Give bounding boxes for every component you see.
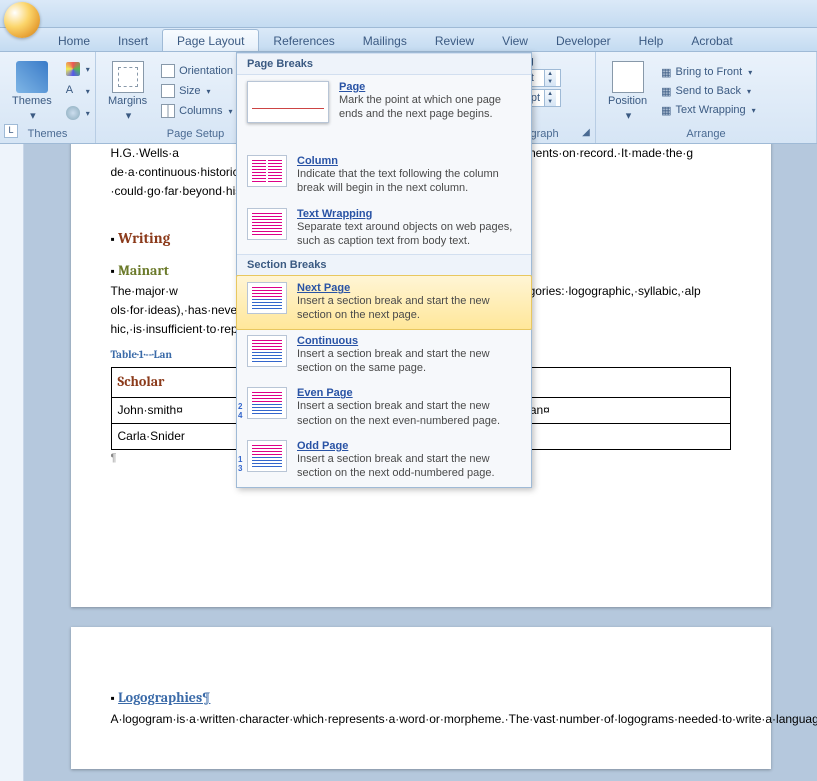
menuitem-desc: Insert a section break and start the new… xyxy=(297,399,521,428)
ruler-corner[interactable]: L xyxy=(4,124,18,138)
nextpage-icon xyxy=(247,282,287,314)
textwrap-break-icon xyxy=(247,208,287,240)
theme-fonts-button[interactable]: A▾ xyxy=(62,82,94,100)
menuitem-continuous[interactable]: ContinuousInsert a section break and sta… xyxy=(237,329,531,382)
position-icon xyxy=(612,61,644,93)
menuitem-title: Even Page xyxy=(297,387,521,399)
evenpage-icon: 24 xyxy=(247,387,287,419)
menuitem-title: Text Wrapping xyxy=(297,208,521,220)
sendback-icon: ▦ xyxy=(661,85,671,98)
continuous-icon xyxy=(247,335,287,367)
text-wrapping-button[interactable]: ▦Text Wrapping▾ xyxy=(657,102,760,119)
themes-button[interactable]: Themes ▾ xyxy=(6,59,58,124)
size-button[interactable]: Size▾ xyxy=(157,82,247,100)
tab-help[interactable]: Help xyxy=(625,30,678,51)
tab-references[interactable]: References xyxy=(259,30,348,51)
orientation-icon xyxy=(161,64,175,78)
columns-icon xyxy=(161,104,175,118)
menuitem-desc: Separate text around objects on web page… xyxy=(297,220,521,249)
menuitem-title: Next Page xyxy=(297,282,521,294)
margins-icon xyxy=(112,61,144,93)
menuitem-title: Page xyxy=(339,81,521,93)
menuitem-title: Continuous xyxy=(297,335,521,347)
menuitem-desc: Insert a section break and start the new… xyxy=(297,347,521,376)
dropdown-section-sectionbreaks: Section Breaks xyxy=(237,254,531,276)
vertical-ruler[interactable] xyxy=(0,144,24,781)
dropdown-section-pagebreaks: Page Breaks xyxy=(237,53,531,75)
spinner-icon[interactable]: ▲▼ xyxy=(544,70,556,86)
orientation-button[interactable]: Orientation▾ xyxy=(157,62,247,80)
heading-logographies: Logographies¶ xyxy=(118,689,210,706)
bring-to-front-button[interactable]: ▦Bring to Front▾ xyxy=(657,64,760,81)
office-button[interactable] xyxy=(4,2,40,38)
tab-home[interactable]: Home xyxy=(44,30,104,51)
tab-insert[interactable]: Insert xyxy=(104,30,162,51)
tab-view[interactable]: View xyxy=(488,30,542,51)
menuitem-title: Odd Page xyxy=(297,440,521,452)
menuitem-column-break[interactable]: ColumnIndicate that the text following t… xyxy=(237,149,531,202)
menuitem-textwrap-break[interactable]: Text WrappingSeparate text around object… xyxy=(237,202,531,255)
theme-colors-button[interactable]: ▾ xyxy=(62,60,94,78)
tab-review[interactable]: Review xyxy=(421,30,488,51)
menuitem-odd-page[interactable]: 13 Odd PageInsert a section break and st… xyxy=(237,434,531,487)
textwrap-icon: ▦ xyxy=(661,104,671,117)
title-bar xyxy=(0,0,817,28)
themes-icon xyxy=(16,61,48,93)
body-text: A·logogram·is·a·written·character·which·… xyxy=(111,710,731,729)
menuitem-title: Column xyxy=(297,155,521,167)
breaks-dropdown: Page Breaks PageMark the point at which … xyxy=(236,52,532,488)
menuitem-desc: Mark the point at which one page ends an… xyxy=(339,93,521,122)
group-arrange-label: Arrange xyxy=(602,127,810,141)
send-to-back-button[interactable]: ▦Send to Back▾ xyxy=(657,83,760,100)
margins-button[interactable]: Margins▾ xyxy=(102,59,153,124)
colors-icon xyxy=(66,62,80,76)
oddpage-icon: 13 xyxy=(247,440,287,472)
fonts-icon: A xyxy=(66,84,80,98)
tab-mailings[interactable]: Mailings xyxy=(349,30,421,51)
caret-icon: ▾ xyxy=(30,109,36,122)
menuitem-desc: Insert a section break and start the new… xyxy=(297,452,521,481)
ribbon-tabs: Home Insert Page Layout References Maili… xyxy=(0,28,817,52)
paragraph-dialog-launcher[interactable]: ◢ xyxy=(579,127,593,141)
group-arrange: Position▾ ▦Bring to Front▾ ▦Send to Back… xyxy=(596,52,817,143)
size-icon xyxy=(161,84,175,98)
theme-effects-button[interactable]: ▾ xyxy=(62,104,94,122)
margins-label: Margins xyxy=(108,95,147,107)
page-break-icon xyxy=(247,81,329,123)
menuitem-next-page[interactable]: Next PageInsert a section break and star… xyxy=(236,275,532,330)
menuitem-even-page[interactable]: 24 Even PageInsert a section break and s… xyxy=(237,381,531,434)
group-themes-label: Themes xyxy=(6,127,89,141)
themes-label: Themes xyxy=(12,95,52,107)
tab-pagelayout[interactable]: Page Layout xyxy=(162,29,259,51)
menuitem-page-break[interactable]: PageMark the point at which one page end… xyxy=(237,75,531,149)
columns-button[interactable]: Columns▾ xyxy=(157,102,247,120)
document-page[interactable]: ▪ Logographies¶ A·logogram·is·a·written·… xyxy=(71,627,771,769)
tab-developer[interactable]: Developer xyxy=(542,30,625,51)
spinner-icon[interactable]: ▲▼ xyxy=(544,90,556,106)
effects-icon xyxy=(66,106,80,120)
tab-acrobat[interactable]: Acrobat xyxy=(677,30,746,51)
column-break-icon xyxy=(247,155,287,187)
position-label: Position xyxy=(608,95,647,107)
heading-mainart: Mainart xyxy=(118,262,169,279)
bringfront-icon: ▦ xyxy=(661,66,671,79)
position-button[interactable]: Position▾ xyxy=(602,59,653,124)
menuitem-desc: Indicate that the text following the col… xyxy=(297,167,521,196)
heading-writing: Writing xyxy=(118,229,170,247)
menuitem-desc: Insert a section break and start the new… xyxy=(297,294,521,323)
